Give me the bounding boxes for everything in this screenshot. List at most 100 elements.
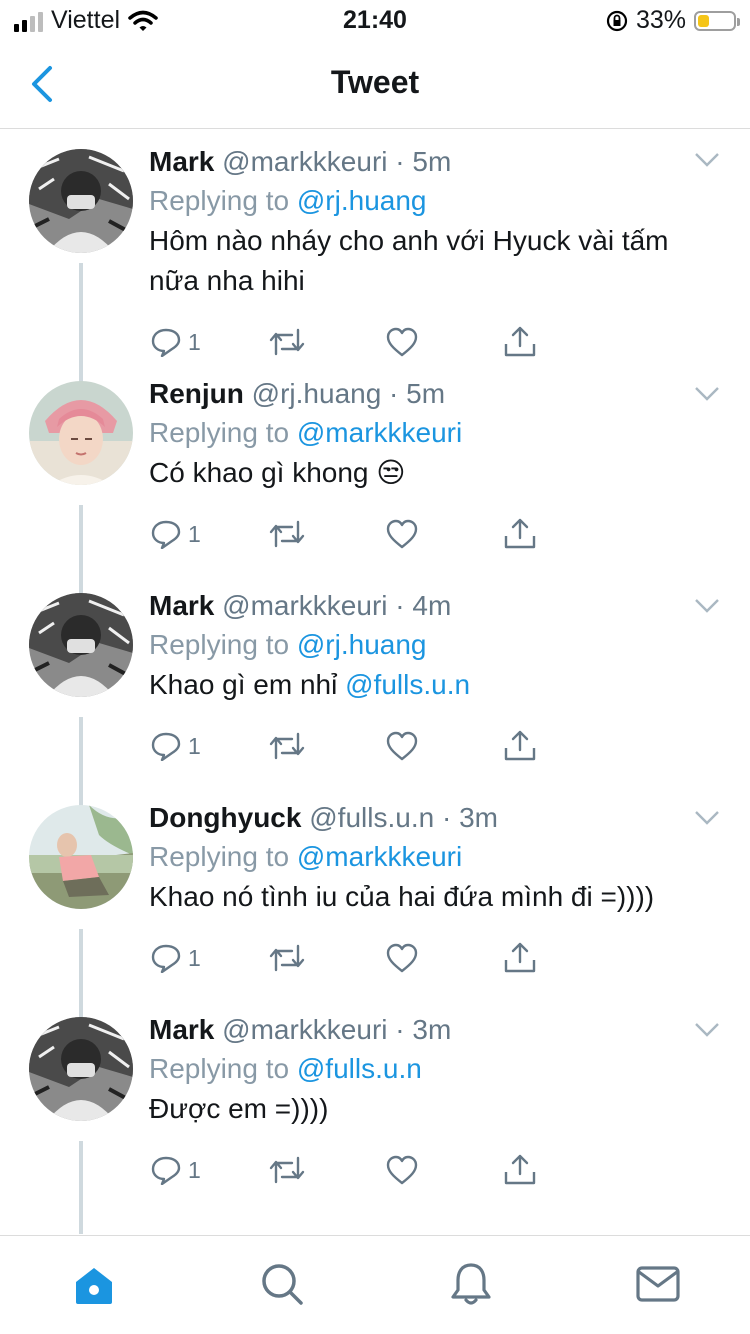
retweet-icon <box>269 944 304 972</box>
reply-button[interactable]: 1 <box>150 514 268 554</box>
replying-to-link[interactable]: @markkkeuri <box>297 417 462 448</box>
tweet[interactable]: Mark @markkkeuri · 3m Replying to @fulls… <box>0 1014 750 1234</box>
share-button[interactable] <box>503 514 621 554</box>
tweet-text: Hôm nào nháy cho anh với Hyuck vài tấm n… <box>149 225 669 296</box>
share-button[interactable] <box>503 1150 621 1190</box>
avatar-donghyuck[interactable] <box>29 805 133 909</box>
tweet[interactable]: Mark @markkkeuri · 4m Replying to @rj.hu… <box>0 590 750 805</box>
tweet-timestamp: 5m <box>412 146 452 177</box>
like-button[interactable] <box>385 514 503 554</box>
tweet[interactable]: Renjun @rj.huang · 5m Replying to @markk… <box>0 341 750 593</box>
tweet-actions: 1 <box>150 514 620 554</box>
emoji: 😒 <box>376 457 406 488</box>
reply-icon <box>151 944 181 973</box>
author-handle: @fulls.u.n <box>309 802 435 833</box>
chevron-down-icon[interactable] <box>694 385 720 403</box>
share-button[interactable] <box>503 322 621 362</box>
tweet-text: Khao nó tình iu của hai đứa mình đi =)))… <box>149 881 655 912</box>
replying-to: Replying to @rj.huang <box>149 185 427 216</box>
chevron-down-icon[interactable] <box>694 1021 720 1039</box>
retweet-button[interactable] <box>268 938 386 978</box>
reply-count: 1 <box>188 944 201 971</box>
author-name[interactable]: Mark <box>149 1014 214 1045</box>
retweet-button[interactable] <box>268 1150 386 1190</box>
replying-to: Replying to @rj.huang <box>149 629 427 660</box>
like-button[interactable] <box>385 938 503 978</box>
author-name[interactable]: Mark <box>149 590 214 621</box>
retweet-button[interactable] <box>268 322 386 362</box>
like-button[interactable] <box>385 322 503 362</box>
tweet-timestamp: 3m <box>412 1014 452 1045</box>
author-handle: @markkkeuri <box>222 590 388 621</box>
tweet-actions: 1 <box>150 726 620 766</box>
avatar-mark[interactable] <box>29 1017 133 1121</box>
tweet-timestamp: 5m <box>406 378 446 409</box>
retweet-button[interactable] <box>268 726 386 766</box>
tweet-text: Được em =)))) <box>149 1093 329 1124</box>
chevron-down-icon[interactable] <box>694 597 720 615</box>
retweet-button[interactable] <box>268 514 386 554</box>
search-icon[interactable] <box>258 1260 306 1308</box>
tweet-actions: 1 <box>150 322 620 362</box>
heart-icon <box>386 943 418 973</box>
heart-icon <box>386 327 418 357</box>
thread-line <box>79 505 83 593</box>
avatar-mark[interactable] <box>29 149 133 253</box>
mention-link[interactable]: @fulls.u.n <box>345 669 470 700</box>
replying-to-link[interactable]: @rj.huang <box>297 629 427 660</box>
thread-line <box>79 263 83 341</box>
navigation-header: Tweet <box>0 40 750 129</box>
battery-percent: 33% <box>635 6 686 34</box>
reply-button[interactable]: 1 <box>150 322 268 362</box>
share-button[interactable] <box>503 938 621 978</box>
replying-to: Replying to @markkkeuri <box>149 841 463 872</box>
like-button[interactable] <box>385 1150 503 1190</box>
share-icon <box>504 942 535 973</box>
messages-icon[interactable] <box>634 1260 682 1308</box>
author-handle: @rj.huang <box>251 378 382 409</box>
notifications-icon[interactable] <box>447 1260 495 1308</box>
heart-icon <box>386 731 418 761</box>
thread-line <box>79 929 83 1017</box>
share-icon <box>504 1154 535 1185</box>
tweet-thread: Mark @markkkeuri · 5m Replying to @rj.hu… <box>0 129 750 1234</box>
reply-button[interactable]: 1 <box>150 1150 268 1190</box>
author-name[interactable]: Donghyuck <box>149 802 301 833</box>
chevron-down-icon[interactable] <box>694 151 720 169</box>
avatar-mark[interactable] <box>29 593 133 697</box>
chevron-down-icon[interactable] <box>694 809 720 827</box>
reply-icon <box>151 732 181 761</box>
reply-count: 1 <box>188 328 201 355</box>
reply-icon <box>151 328 181 357</box>
tweet[interactable]: Donghyuck @fulls.u.n · 3m Replying to @m… <box>0 802 750 1017</box>
heart-icon <box>386 519 418 549</box>
author-handle: @markkkeuri <box>222 146 388 177</box>
tweet-timestamp: 3m <box>459 802 498 833</box>
tweet-actions: 1 <box>150 938 620 978</box>
status-bar: Viettel 21:40 33% <box>0 0 750 40</box>
thread-line <box>79 341 83 383</box>
reply-count: 1 <box>188 520 201 547</box>
page-title: Tweet <box>330 64 420 100</box>
replying-to-link[interactable]: @rj.huang <box>297 185 427 216</box>
replying-to-link[interactable]: @markkkeuri <box>297 841 462 872</box>
author-name[interactable]: Renjun <box>149 378 244 409</box>
battery-icon <box>694 10 740 31</box>
avatar-renjun[interactable] <box>29 381 133 485</box>
thread-line <box>79 1141 83 1234</box>
share-icon <box>504 326 535 357</box>
like-button[interactable] <box>385 726 503 766</box>
home-icon[interactable] <box>70 1260 118 1308</box>
reply-button[interactable]: 1 <box>150 726 268 766</box>
retweet-icon <box>269 520 304 548</box>
tweet-timestamp: 4m <box>412 590 452 621</box>
reply-button[interactable]: 1 <box>150 938 268 978</box>
retweet-icon <box>269 328 304 356</box>
replying-to-link[interactable]: @fulls.u.n <box>297 1053 422 1084</box>
tweet-text: Khao gì em nhỉ @fulls.u.n <box>149 669 471 700</box>
share-icon <box>504 518 535 549</box>
share-button[interactable] <box>503 726 621 766</box>
retweet-icon <box>269 732 304 760</box>
tweet[interactable]: Mark @markkkeuri · 5m Replying to @rj.hu… <box>0 129 750 357</box>
author-name[interactable]: Mark <box>149 146 214 177</box>
